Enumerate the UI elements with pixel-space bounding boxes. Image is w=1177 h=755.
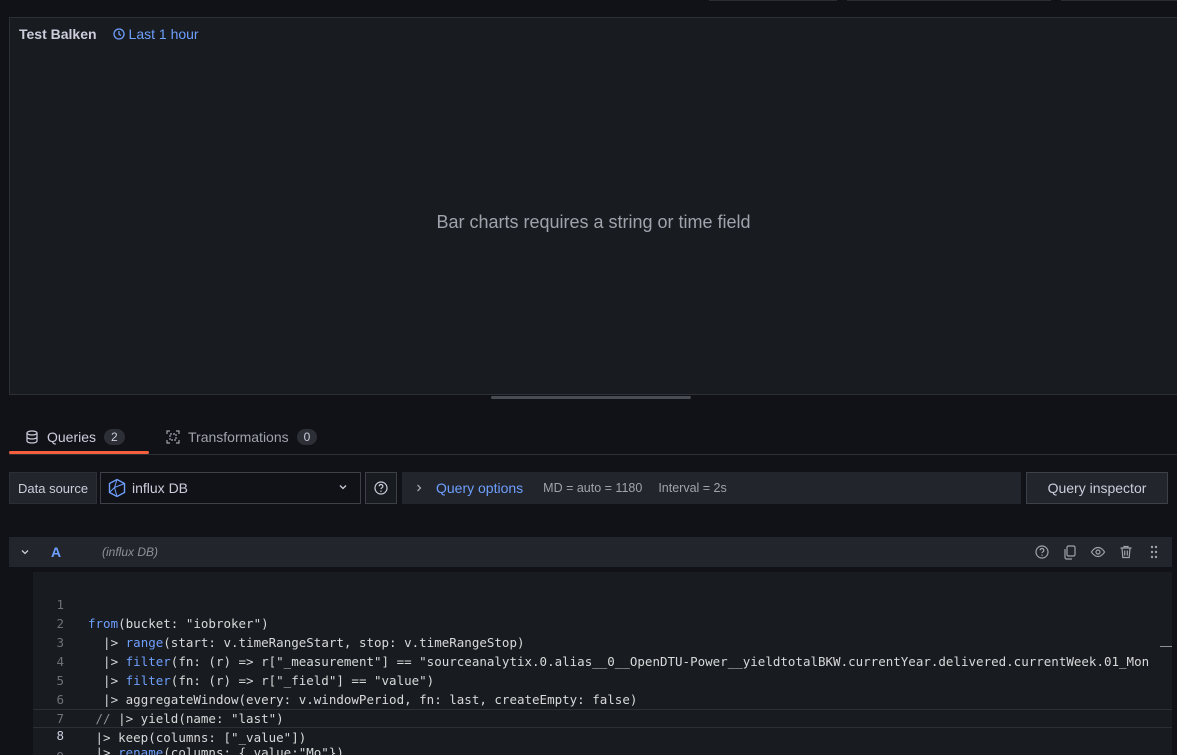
- panel-time-range[interactable]: Last 1 hour: [112, 26, 199, 42]
- question-circle-icon: [374, 481, 388, 495]
- tab-queries[interactable]: Queries 2: [9, 421, 149, 454]
- toolbar-fragments: [0, 0, 1177, 1]
- query-options-md: MD = auto = 1180: [543, 481, 643, 495]
- toolbar-button-fragment[interactable]: [1061, 0, 1177, 1]
- panel-preview: Test Balken Last 1 hour Bar charts requi…: [9, 17, 1177, 395]
- query-options-label: Query options: [436, 480, 524, 496]
- code-line-current[interactable]: 8 |> rename(columns: {_value:"Mo"}): [33, 709, 1172, 755]
- clock-icon: [112, 28, 125, 40]
- trash-icon[interactable]: [1118, 544, 1134, 560]
- editor-tabs: Queries 2 Transformations 0: [9, 421, 1177, 455]
- tab-transformations-label: Transformations: [188, 429, 289, 445]
- query-options-toggle[interactable]: Query options MD = auto = 1180 Interval …: [402, 472, 1021, 504]
- copy-icon[interactable]: [1062, 544, 1078, 560]
- query-row-header[interactable]: A (influx DB): [9, 537, 1172, 567]
- code-line[interactable]: 7 |> keep(columns: ["_value"]): [33, 690, 1172, 745]
- query-actions: [1034, 544, 1162, 560]
- code-line[interactable]: 4 |> filter(fn: (r) => r["_field"] == "v…: [33, 633, 1172, 688]
- query-code-editor[interactable]: 1 from(bucket: "iobroker") 2 |> range(st…: [33, 572, 1172, 755]
- query-name[interactable]: A: [51, 544, 61, 560]
- tab-queries-count: 2: [104, 429, 125, 445]
- query-options-interval: Interval = 2s: [658, 481, 727, 495]
- question-circle-icon[interactable]: [1034, 544, 1050, 560]
- toolbar-button-fragment[interactable]: [709, 0, 837, 1]
- datasource-help-button[interactable]: [365, 472, 397, 504]
- panel-header: Test Balken Last 1 hour: [19, 26, 199, 42]
- query-inspector-button[interactable]: Query inspector: [1026, 472, 1168, 504]
- panel-empty-message: Bar charts requires a string or time fie…: [436, 212, 751, 232]
- datasource-picker[interactable]: influx DB: [100, 472, 361, 504]
- panel-title[interactable]: Test Balken: [19, 26, 97, 42]
- line-number: 9: [33, 747, 64, 755]
- drag-handle-icon[interactable]: [1146, 544, 1162, 560]
- transformations-icon: [166, 430, 180, 444]
- tab-transformations-count: 0: [296, 429, 318, 445]
- code-line[interactable]: 2 |> range(start: v.timeRangeStart, stop…: [33, 595, 1172, 650]
- datasource-selected: influx DB: [132, 480, 189, 496]
- code-line[interactable]: 5 |> aggregateWindow(every: v.windowPeri…: [33, 652, 1172, 707]
- database-icon: [26, 430, 38, 444]
- chevron-right-icon: [417, 484, 422, 492]
- chevron-down-icon: [339, 485, 347, 490]
- chevron-down-icon[interactable]: [19, 546, 31, 558]
- toolbar-button-fragment[interactable]: [847, 0, 1051, 1]
- code-line[interactable]: 6 // |> yield(name: "last"): [33, 671, 1172, 726]
- code-line[interactable]: 3 |> filter(fn: (r) => r["_measurement"]…: [33, 614, 1172, 669]
- eye-icon[interactable]: [1090, 544, 1106, 560]
- editor-overview-marker: [1160, 646, 1172, 647]
- tab-transformations[interactable]: Transformations 0: [150, 421, 340, 453]
- code-line[interactable]: 9: [33, 728, 1172, 755]
- tab-queries-label: Queries: [47, 429, 97, 445]
- panel-time-range-label: Last 1 hour: [128, 26, 199, 42]
- influxdb-icon: [108, 478, 126, 498]
- query-datasource: (influx DB): [102, 545, 159, 559]
- datasource-label: Data source: [9, 472, 97, 504]
- resize-handle[interactable]: [491, 396, 691, 399]
- code-line[interactable]: 1 from(bucket: "iobroker"): [33, 576, 1172, 631]
- datasource-row: Data source influx DB Query options MD =…: [9, 472, 1169, 504]
